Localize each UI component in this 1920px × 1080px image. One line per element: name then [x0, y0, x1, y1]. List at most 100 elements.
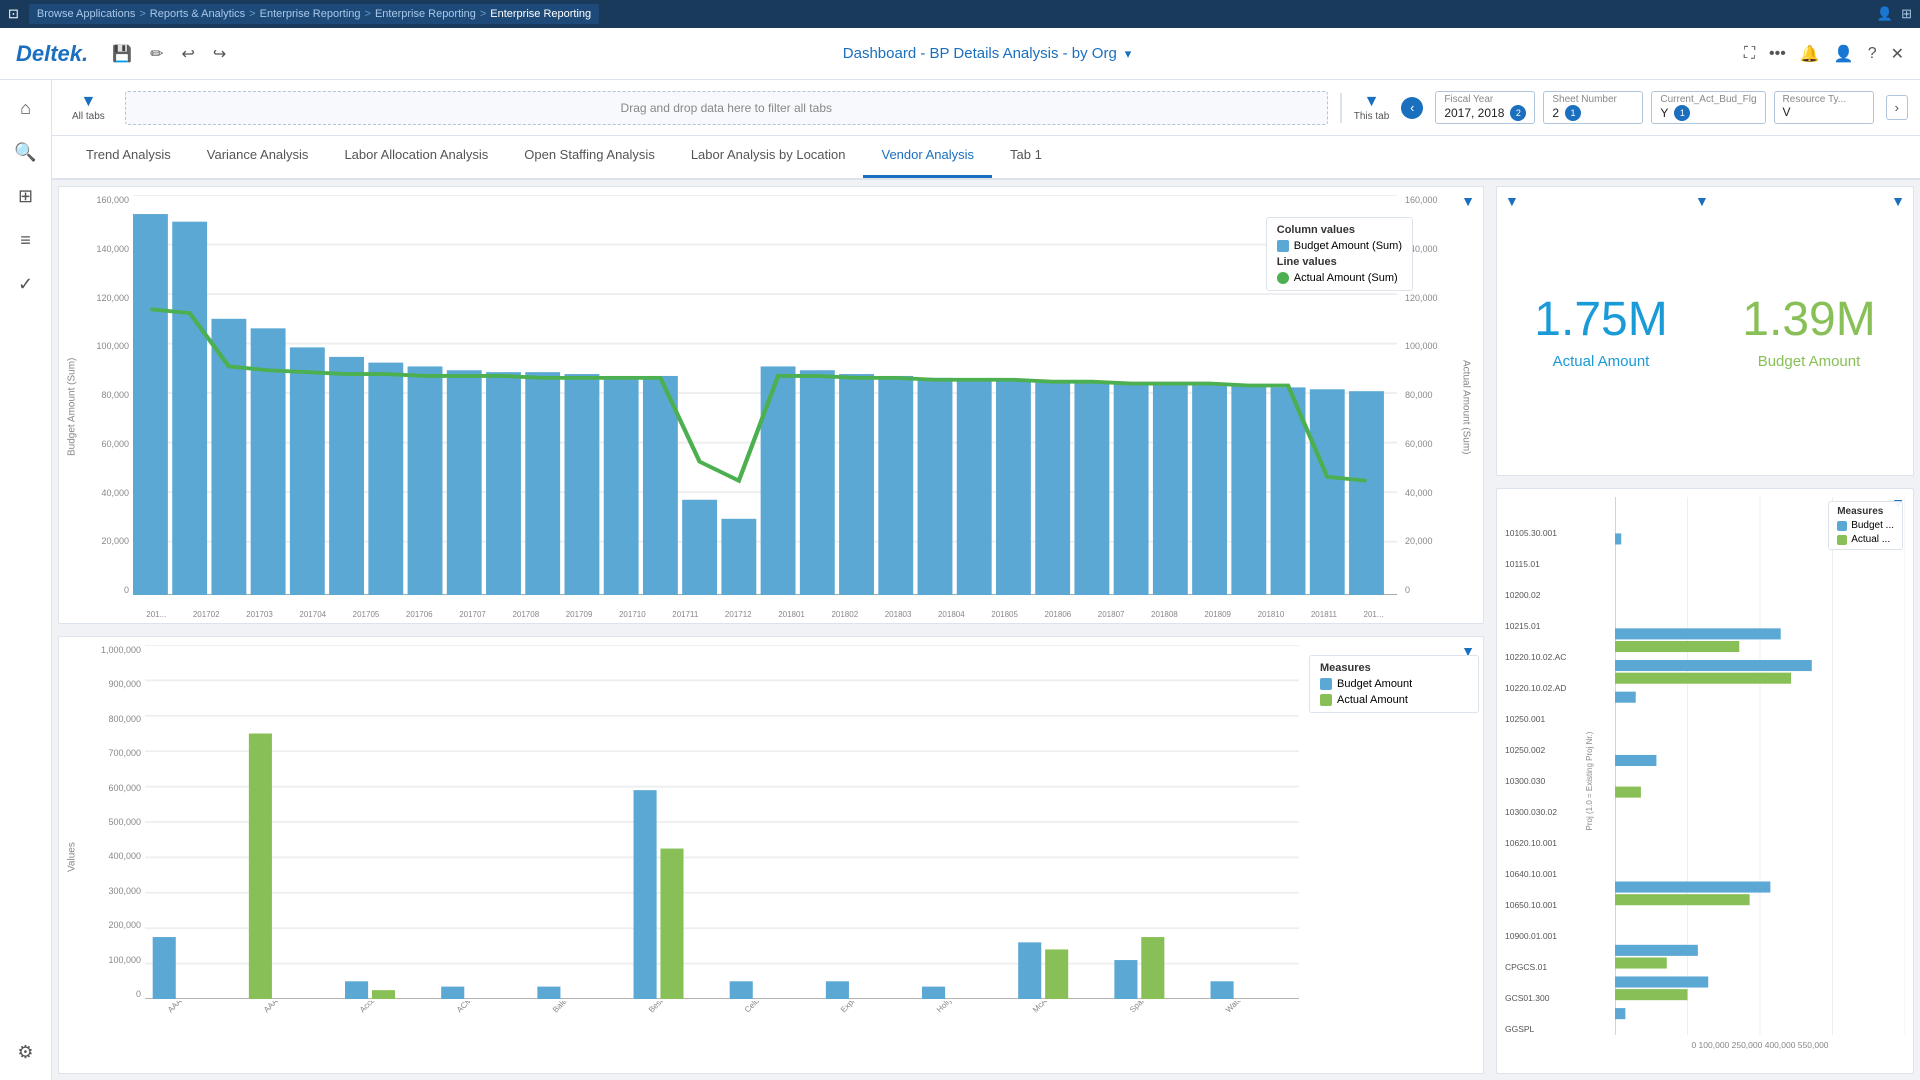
tab-variance[interactable]: Variance Analysis	[189, 134, 327, 178]
breadcrumb-item-4[interactable]: Enterprise Reporting	[375, 8, 476, 20]
undo-icon[interactable]: ↩	[177, 40, 198, 68]
breadcrumb-item-2[interactable]: Reports & Analytics	[150, 8, 245, 20]
bottom-legend-title: Measures	[1320, 662, 1468, 674]
breadcrumb-sep-4: >	[480, 8, 486, 20]
tab-labor-location[interactable]: Labor Analysis by Location	[673, 134, 864, 178]
sidebar-search-icon[interactable]: 🔍	[8, 134, 44, 170]
x-axis-label: YYYYMM	[59, 623, 1483, 624]
filter-prev-btn[interactable]: ‹	[1401, 97, 1423, 119]
breadcrumb-sep-3: >	[365, 8, 371, 20]
legend-line-item: Actual Amount (Sum)	[1277, 272, 1402, 284]
filter-drop-text: Drag and drop data here to filter all ta…	[621, 101, 832, 115]
help-icon[interactable]: ?	[1868, 45, 1877, 63]
app-icon: ⊡	[8, 6, 19, 22]
bottom-y-label: Values	[63, 645, 81, 1069]
expand-icon[interactable]: ⛶	[1744, 45, 1755, 63]
kpi-left-filter[interactable]: ▼	[1505, 193, 1519, 209]
legend-column-title: Column values	[1277, 224, 1402, 236]
kpi-actual: 1.75M Actual Amount	[1497, 187, 1705, 475]
breadcrumb-item-1[interactable]: Browse Applications	[37, 8, 135, 20]
filter-this-tab[interactable]: ▼ This tab	[1354, 93, 1390, 122]
header-right: ⛶ ••• 🔔 👤 ? ✕	[1744, 44, 1904, 64]
sidebar-data-icon[interactable]: ≡	[8, 222, 44, 258]
filter-chip-sheet[interactable]: Sheet Number 2 1	[1543, 91, 1643, 124]
tab-labor-alloc[interactable]: Labor Allocation Analysis	[326, 134, 506, 178]
grid-icon[interactable]: ⊞	[1901, 6, 1912, 22]
filter-chip-fiscal-badge: 2	[1510, 105, 1526, 121]
user-icon[interactable]: 👤	[1877, 6, 1893, 22]
bottom-chart-area: Values 1,000,000900,000800,000700,000600…	[59, 637, 1483, 1073]
dashboard-grid: ▼ Budget Amount (Sum) 160,000140,000120,…	[52, 180, 1920, 1080]
filter-chip-fiscal-value: 2017, 2018 2	[1444, 105, 1526, 121]
filter-nav: ‹	[1401, 97, 1423, 119]
sidebar: ⌂ 🔍 ⊞ ≡ ✓ ⚙	[0, 80, 52, 1080]
kpi-budget: 1.39M Budget Amount	[1705, 187, 1913, 475]
legend-actual-circle	[1277, 272, 1289, 284]
right-legend-title: Measures	[1837, 506, 1894, 517]
filter-chips: Fiscal Year 2017, 2018 2 Sheet Number 2 …	[1435, 91, 1873, 124]
right-legend-budget: Budget ...	[1837, 520, 1894, 531]
tab-tab1[interactable]: Tab 1	[992, 134, 1060, 178]
bottom-chart-inner: 1,000,000900,000800,000700,000600,000500…	[81, 645, 1479, 1069]
filter-chip-sheet-label: Sheet Number	[1552, 94, 1634, 105]
bottom-y-axis: 1,000,000900,000800,000700,000600,000500…	[81, 645, 145, 999]
legend-budget-square	[1277, 240, 1289, 252]
bottom-chart-legend: Measures Budget Amount Actual Amount	[1309, 655, 1479, 713]
filter-drop-area[interactable]: Drag and drop data here to filter all ta…	[125, 91, 1328, 125]
app-header: Deltek. 💾 ✏ ↩ ↪ Dashboard - BP Details A…	[0, 28, 1920, 80]
notification-icon[interactable]: 🔔	[1800, 44, 1820, 64]
sidebar-home-icon[interactable]: ⌂	[8, 90, 44, 126]
top-left-chart-panel: ▼ Budget Amount (Sum) 160,000140,000120,…	[58, 186, 1484, 624]
tab-trend[interactable]: Trend Analysis	[68, 134, 189, 178]
edit-icon[interactable]: ✏	[146, 40, 167, 68]
bottom-x-axis: AAA Electronics Distrib... AAA Electroni…	[145, 1001, 1299, 1069]
top-bar-icons: 👤 ⊞	[1877, 6, 1912, 22]
y-axis-left-values: 160,000140,000120,000100,00080,00060,000…	[81, 195, 133, 595]
right-chart-panel: ▼ 10105.30.001 10115.01 10200.02 10215.0…	[1496, 488, 1914, 1074]
kpi-budget-label: Budget Amount	[1758, 353, 1861, 370]
account-icon[interactable]: 👤	[1834, 44, 1854, 64]
sidebar-check-icon[interactable]: ✓	[8, 266, 44, 302]
breadcrumb-sep-2: >	[249, 8, 255, 20]
close-icon[interactable]: ✕	[1891, 44, 1904, 64]
right-side: ▼ ▼ ▼ 1.75M Actual Amount 1.39M Budget A…	[1490, 180, 1920, 1080]
top-bar: ⊡ Browse Applications > Reports & Analyt…	[0, 0, 1920, 28]
deltek-logo: Deltek.	[16, 41, 88, 67]
top-left-filter-icon[interactable]: ▼	[1461, 193, 1475, 209]
filter-chip-fiscal-year[interactable]: Fiscal Year 2017, 2018 2	[1435, 91, 1535, 124]
more-icon[interactable]: •••	[1769, 45, 1786, 63]
header-tools: 💾 ✏ ↩ ↪	[108, 40, 230, 68]
right-legend-actual: Actual ...	[1837, 534, 1894, 545]
filter-chip-act-bud[interactable]: Current_Act_Bud_Flg Y 1	[1651, 91, 1765, 124]
filter-all-tabs[interactable]: ▼ All tabs	[64, 89, 113, 126]
right-x-axis-label: 0 100,000 250,000 400,000 550,000	[1615, 1038, 1905, 1050]
redo-icon[interactable]: ↪	[209, 40, 230, 68]
filter-chip-fiscal-label: Fiscal Year	[1444, 94, 1526, 105]
tab-open-staffing[interactable]: Open Staffing Analysis	[506, 134, 673, 178]
top-chart-legend: Column values Budget Amount (Sum) Line v…	[1266, 217, 1413, 291]
filter-chip-resource[interactable]: Resource Ty... V	[1774, 91, 1874, 124]
header-center: Dashboard - BP Details Analysis - by Org…	[230, 45, 1744, 62]
tab-vendor[interactable]: Vendor Analysis	[863, 134, 992, 178]
breadcrumb-item-5[interactable]: Enterprise Reporting	[490, 8, 591, 20]
legend-line-title: Line values	[1277, 256, 1402, 268]
bottom-chart-svg	[145, 645, 1299, 999]
filter-this-icon: ▼	[1364, 93, 1380, 111]
save-icon[interactable]: 💾	[108, 40, 136, 68]
filter-more-btn[interactable]: ›	[1886, 95, 1908, 120]
sidebar-grid-icon[interactable]: ⊞	[8, 178, 44, 214]
breadcrumb-item-3[interactable]: Enterprise Reporting	[260, 8, 361, 20]
legend-column-item: Budget Amount (Sum)	[1277, 240, 1402, 252]
kpi-right-filter[interactable]: ▼	[1891, 193, 1905, 209]
kpi-top-filter[interactable]: ▼	[1695, 193, 1709, 209]
filter-chip-act-bud-label: Current_Act_Bud_Flg	[1660, 94, 1756, 105]
right-chart-area: 10105.30.001 10115.01 10200.02 10215.01 …	[1505, 497, 1905, 1065]
filter-bar: ▼ All tabs Drag and drop data here to fi…	[52, 80, 1920, 136]
filter-this-label: This tab	[1354, 111, 1390, 122]
bottom-legend-budget: Budget Amount	[1320, 678, 1468, 690]
sidebar-settings-icon[interactable]: ⚙	[8, 1034, 44, 1070]
bottom-left-chart-panel: ▼ Values 1,000,000900,000800,000700,0006…	[58, 636, 1484, 1074]
filter-separator	[1340, 93, 1342, 123]
filter-all-label: All tabs	[72, 111, 105, 122]
title-dropdown-arrow[interactable]: ▾	[1125, 46, 1132, 62]
